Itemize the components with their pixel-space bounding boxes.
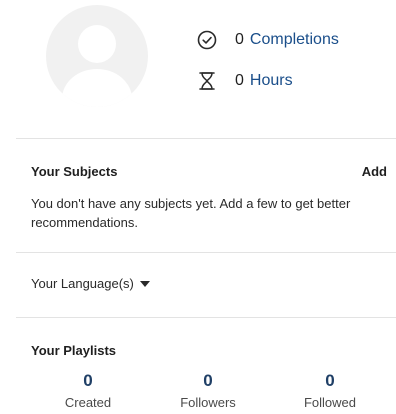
- avatar-body-shape: [62, 69, 132, 107]
- playlists-created-stat[interactable]: 0 Created: [33, 371, 143, 411]
- stat-label: Followers: [180, 395, 236, 410]
- playlists-title: Your Playlists: [31, 343, 117, 358]
- divider: [16, 252, 396, 253]
- add-subject-button[interactable]: Add: [362, 164, 387, 179]
- divider: [16, 138, 396, 139]
- avatar: [46, 5, 148, 107]
- profile-header: 0 Completions 0 Hours: [0, 0, 396, 138]
- languages-dropdown[interactable]: Your Language(s): [31, 276, 150, 291]
- playlists-followed-stat[interactable]: 0 Followed: [275, 371, 385, 411]
- hours-count: 0: [235, 72, 244, 89]
- subjects-title: Your Subjects: [31, 164, 118, 179]
- avatar-head-shape: [78, 25, 116, 63]
- hours-label: Hours: [249, 72, 293, 89]
- divider: [16, 317, 396, 318]
- stat-value: 0: [203, 371, 213, 390]
- stat-label: Followed: [303, 395, 357, 410]
- subjects-empty-text: You don't have any subjects yet. Add a f…: [31, 196, 351, 230]
- check-circle-icon: [196, 29, 218, 51]
- completions-stat: 0 Completions: [196, 28, 339, 52]
- profile-panel: 0 Completions 0 Hours Your Subjects Add …: [0, 0, 396, 414]
- languages-label: Your Language(s): [31, 276, 134, 291]
- hourglass-icon: [196, 70, 218, 92]
- hours-stat: 0 Hours: [196, 69, 293, 93]
- caret-down-icon: [139, 280, 150, 287]
- stat-value: 0: [83, 371, 93, 390]
- stat-label: Created: [64, 395, 112, 410]
- playlists-followers-stat[interactable]: 0 Followers: [153, 371, 263, 411]
- completions-label: Completions: [249, 31, 339, 48]
- stat-value: 0: [325, 371, 335, 390]
- completions-count: 0: [235, 31, 244, 48]
